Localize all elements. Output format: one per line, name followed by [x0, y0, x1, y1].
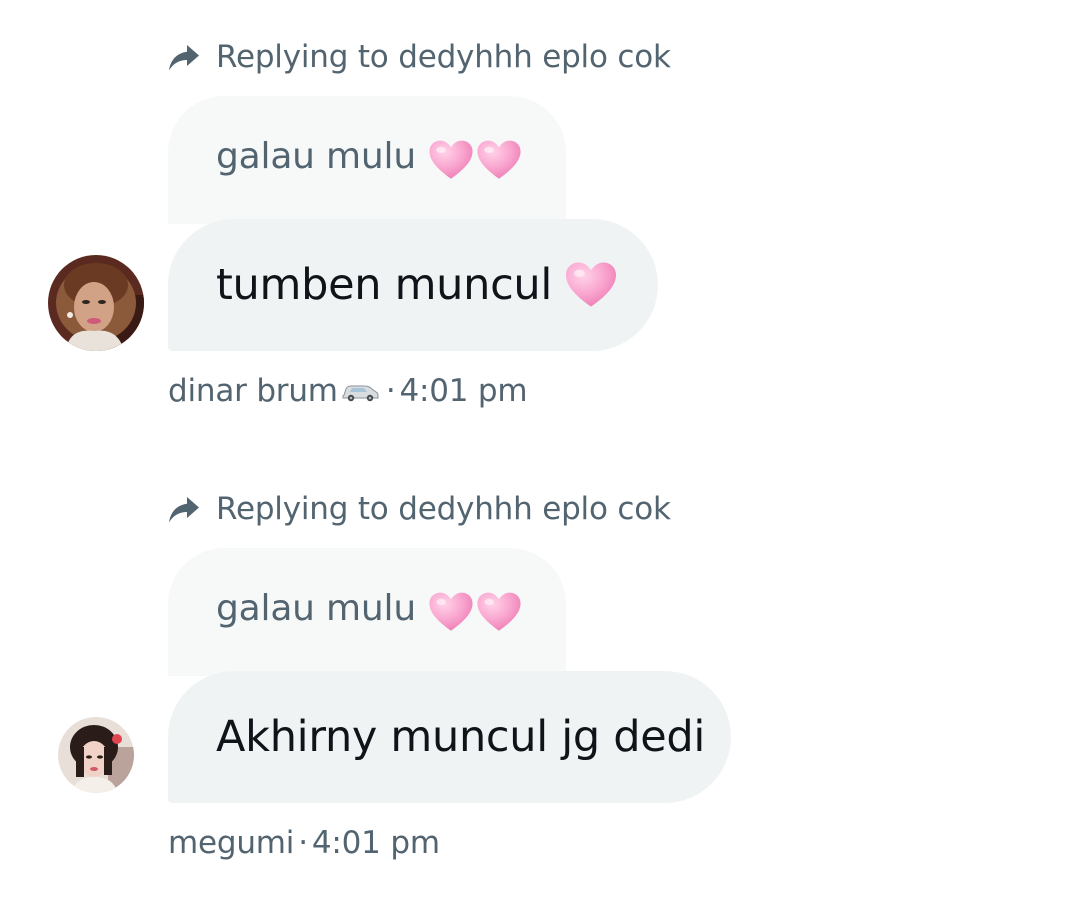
message-text: tumben muncul [216, 260, 553, 310]
car-icon [340, 379, 380, 403]
reply-to-label: Replying to dedyhhh eplo cok [216, 39, 671, 75]
quoted-message-text: galau mulu [216, 136, 416, 177]
avatar[interactable] [48, 255, 144, 351]
timestamp: 4:01 pm [399, 373, 528, 409]
pink-heart-icon [564, 260, 618, 310]
message-bubble[interactable]: Akhirny muncul jg dedi [168, 671, 731, 803]
author-name[interactable]: megumi [168, 825, 294, 861]
avatar-image [58, 717, 134, 793]
reply-context[interactable]: Replying to dedyhhh eplo cok [166, 489, 671, 529]
quoted-emoji-group [428, 138, 522, 182]
pink-heart-icon [428, 138, 474, 182]
separator: · [298, 825, 308, 861]
pink-heart-icon [476, 138, 522, 182]
avatar[interactable] [58, 717, 134, 793]
message-meta: dinar brum · 4:01 pm [168, 373, 528, 409]
reply-arrow-icon [166, 491, 202, 527]
timestamp: 4:01 pm [311, 825, 440, 861]
quoted-message-bubble[interactable]: galau mulu [168, 96, 566, 224]
pink-heart-icon [476, 590, 522, 634]
avatar-image [48, 255, 144, 351]
message-bubble[interactable]: tumben muncul [168, 219, 658, 351]
message-meta: megumi · 4:01 pm [168, 825, 440, 861]
reply-to-label: Replying to dedyhhh eplo cok [216, 491, 671, 527]
reply-arrow-icon [166, 39, 202, 75]
quoted-message-bubble[interactable]: galau mulu [168, 548, 566, 676]
quoted-emoji-group [428, 590, 522, 634]
reply-context[interactable]: Replying to dedyhhh eplo cok [166, 37, 671, 77]
author-name[interactable]: dinar brum [168, 373, 338, 409]
quoted-message-text: galau mulu [216, 588, 416, 629]
pink-heart-icon [428, 590, 474, 634]
message-text: Akhirny muncul jg dedi [216, 712, 706, 762]
separator: · [385, 373, 396, 409]
